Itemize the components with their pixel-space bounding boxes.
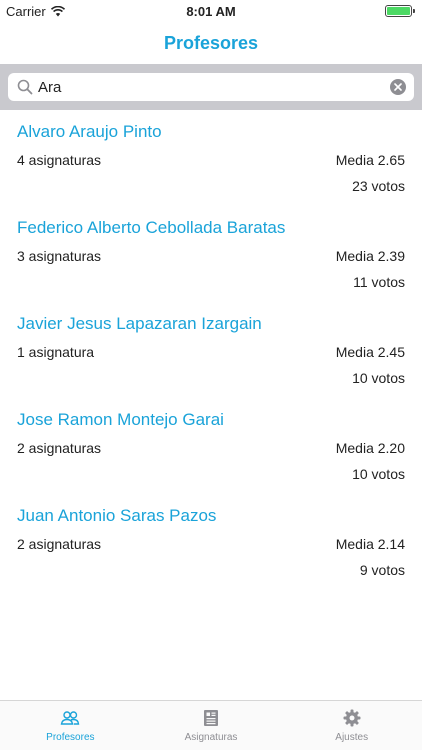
professor-row[interactable]: Federico Alberto Cebollada Baratas 3 asi… bbox=[0, 206, 422, 302]
tab-asignaturas[interactable]: Asignaturas bbox=[141, 701, 282, 750]
professor-list: Alvaro Araujo Pinto 4 asignaturas Media … bbox=[0, 110, 422, 590]
average-rating: Media 2.14 bbox=[335, 536, 405, 552]
professor-name: Juan Antonio Saras Pazos bbox=[17, 506, 217, 525]
status-bar: Carrier 8:01 AM bbox=[0, 0, 422, 22]
average-rating: Media 2.39 bbox=[335, 248, 405, 264]
search-icon bbox=[17, 79, 33, 95]
clock: 8:01 AM bbox=[186, 4, 236, 19]
clear-search-button[interactable] bbox=[390, 79, 406, 95]
subject-count: 4 asignaturas bbox=[17, 152, 102, 168]
professor-name: Jose Ramon Montejo Garai bbox=[17, 410, 224, 429]
book-icon bbox=[204, 710, 218, 726]
professor-row[interactable]: Jose Ramon Montejo Garai 2 asignaturas M… bbox=[0, 398, 422, 494]
vote-count: 10 votos bbox=[352, 466, 405, 482]
professor-name: Javier Jesus Lapazaran Izargain bbox=[17, 314, 262, 333]
subject-count: 2 asignaturas bbox=[17, 536, 102, 552]
professor-name: Federico Alberto Cebollada Baratas bbox=[17, 218, 286, 237]
tab-ajustes[interactable]: Ajustes bbox=[281, 701, 422, 750]
battery-icon bbox=[385, 5, 415, 17]
professor-name: Alvaro Araujo Pinto bbox=[17, 122, 162, 141]
navigation-bar: Profesores bbox=[0, 22, 422, 64]
subject-count: 1 asignatura bbox=[17, 344, 95, 360]
average-rating: Media 2.45 bbox=[335, 344, 405, 360]
people-icon bbox=[61, 711, 80, 725]
tab-profesores[interactable]: Profesores bbox=[0, 701, 141, 750]
tab-bar: Profesores Asignaturas Ajustes bbox=[0, 700, 422, 750]
professor-row[interactable]: Alvaro Araujo Pinto 4 asignaturas Media … bbox=[0, 110, 422, 206]
search-bar bbox=[0, 64, 422, 110]
subject-count: 2 asignaturas bbox=[17, 440, 102, 456]
vote-count: 23 votos bbox=[352, 178, 405, 194]
search-input[interactable] bbox=[38, 73, 384, 101]
professor-row[interactable]: Javier Jesus Lapazaran Izargain 1 asigna… bbox=[0, 302, 422, 398]
tab-label: Profesores bbox=[46, 732, 95, 743]
close-icon bbox=[394, 83, 402, 91]
average-rating: Media 2.20 bbox=[335, 440, 405, 456]
tab-label: Ajustes bbox=[335, 732, 369, 743]
page-title: Profesores bbox=[163, 33, 259, 53]
subject-count: 3 asignaturas bbox=[17, 248, 102, 264]
gear-icon bbox=[343, 709, 361, 727]
vote-count: 9 votos bbox=[359, 562, 405, 578]
vote-count: 11 votos bbox=[353, 274, 405, 290]
vote-count: 10 votos bbox=[352, 370, 405, 386]
professor-row[interactable]: Juan Antonio Saras Pazos 2 asignaturas M… bbox=[0, 494, 422, 590]
average-rating: Media 2.65 bbox=[335, 152, 405, 168]
search-field-container bbox=[8, 73, 414, 101]
tab-label: Asignaturas bbox=[184, 732, 238, 743]
